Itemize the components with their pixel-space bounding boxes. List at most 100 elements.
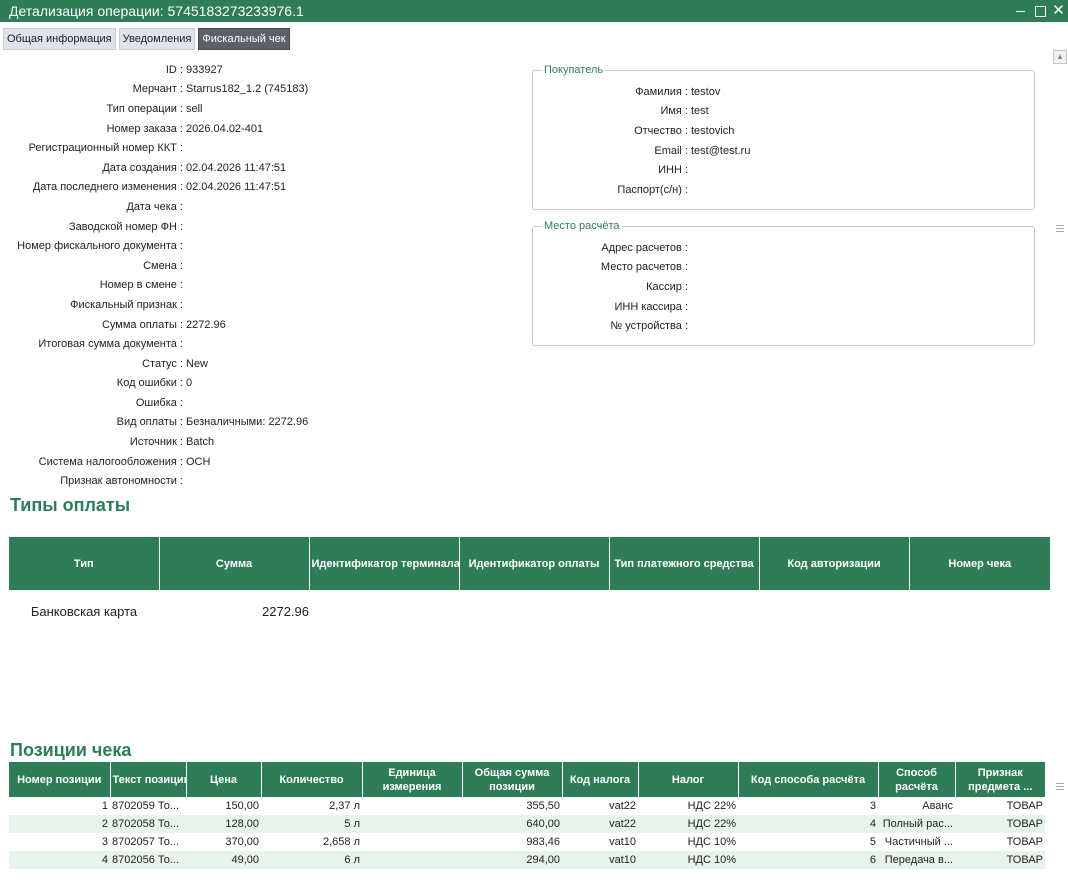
place-row-cashier-inn: ИНН кассира : <box>533 297 1034 317</box>
column-header[interactable]: Признак предмета ... <box>955 762 1045 797</box>
scroll-grip-icon[interactable] <box>1056 783 1064 790</box>
field-label: Email : <box>654 144 688 157</box>
maximize-icon[interactable] <box>1030 0 1049 22</box>
column-header[interactable]: Номер позиции <box>9 762 111 797</box>
column-header[interactable]: Код способа расчёта <box>738 762 879 797</box>
field-label: Дата чека : <box>126 200 183 213</box>
table-cell: ТОВАР <box>1006 800 1043 812</box>
minimize-icon[interactable] <box>1011 0 1030 22</box>
buyer-row-email: Email : test@test.ru <box>533 141 1034 161</box>
column-header[interactable]: Налог <box>638 762 739 797</box>
column-header[interactable]: Цена <box>186 762 262 797</box>
vertical-scrollbar[interactable]: ▲ <box>1052 48 1068 881</box>
column-header[interactable]: Общая сумма позиции <box>462 762 563 797</box>
window-titlebar: Детализация операции: 5745183273233976.1… <box>0 0 1068 22</box>
table-cell: 5 <box>869 836 876 848</box>
table-row[interactable]: Банковская карта 2272.96 <box>9 590 1050 632</box>
field-label: Сумма оплаты : <box>101 318 183 331</box>
table-cell: 2,37 л <box>329 800 360 812</box>
info-row-receipt-date: Дата чека : <box>0 197 520 217</box>
table-cell <box>759 590 909 632</box>
column-header[interactable]: Тип платежного средства <box>609 537 760 590</box>
table-cell <box>909 590 1050 632</box>
field-value: 02.04.2026 11:47:51 <box>186 161 287 174</box>
field-value: test <box>691 105 709 118</box>
table-cell: 355,50 <box>526 800 560 812</box>
table-cell: НДС 22% <box>687 800 736 812</box>
place-row-place: Место расчетов : <box>533 258 1034 278</box>
info-row-autonomy-sign: Признак автономности : <box>0 471 520 491</box>
column-header[interactable]: Единица измерения <box>362 762 463 797</box>
field-label: Признак автономности : <box>60 475 183 488</box>
column-header[interactable]: Количество <box>261 762 363 797</box>
column-header[interactable]: Код авторизации <box>759 537 910 590</box>
table-cell <box>459 590 609 632</box>
table-cell: 294,00 <box>462 851 562 869</box>
field-value: 02.04.2026 11:47:51 <box>186 181 287 194</box>
table-cell: НДС 22% <box>638 815 738 833</box>
field-value: 2272.96 <box>186 318 226 331</box>
table-cell: Частичный ... <box>884 836 953 848</box>
field-label: ID : <box>165 63 183 76</box>
column-header[interactable]: Текст позиции <box>110 762 187 797</box>
table-row[interactable]: 3 8702057 То... 370,00 2,658 л 983,46 va… <box>9 833 1045 851</box>
info-row-shift-number: Номер в смене : <box>0 276 520 296</box>
field-value: New <box>186 357 209 370</box>
scroll-grip-icon[interactable] <box>1056 225 1064 232</box>
table-row[interactable]: 4 8702056 То... 49,00 6 л 294,00 vat10 Н… <box>9 851 1045 869</box>
table-cell: ТОВАР <box>1006 836 1043 848</box>
field-label: Мерчант : <box>132 83 183 96</box>
info-row-error-code: Код ошибки :0 <box>0 374 520 394</box>
field-value: Starrus182_1.2 (745183) <box>186 83 309 96</box>
table-cell <box>362 833 462 851</box>
tab-general-info[interactable]: Общая информация <box>3 28 116 50</box>
field-label: Адрес расчетов : <box>601 241 688 254</box>
table-cell: НДС 10% <box>638 851 738 869</box>
table-header-row: Номер позиции Текст позиции Цена Количес… <box>9 762 1045 797</box>
column-header[interactable]: Номер чека <box>909 537 1050 590</box>
field-value: ОСН <box>186 455 211 468</box>
field-label: Имя : <box>660 105 688 118</box>
column-header[interactable]: Тип <box>9 537 160 590</box>
table-cell: vat10 <box>562 851 638 869</box>
tab-notifications[interactable]: Уведомления <box>118 28 196 50</box>
table-row[interactable]: 2 8702058 То... 128,00 5 л 640,00 vat22 … <box>9 815 1045 833</box>
field-label: Паспорт(с/н) : <box>617 183 688 196</box>
table-cell: 8702057 То... <box>112 836 180 848</box>
table-cell: 370,00 <box>225 836 259 848</box>
place-row-address: Адрес расчетов : <box>533 238 1034 258</box>
table-cell: 3 <box>869 800 876 812</box>
table-cell <box>362 797 462 815</box>
table-cell: 6 л <box>261 851 362 869</box>
table-cell: 4 <box>9 851 110 869</box>
close-icon[interactable]: ✕ <box>1049 0 1068 22</box>
info-row-fiscal-doc-number: Номер фискального документа : <box>0 236 520 256</box>
tab-fiscal-receipt[interactable]: Фискальный чек <box>198 28 290 50</box>
field-value: Безналичными: 2272.96 <box>186 416 309 429</box>
field-label: Статус : <box>142 357 183 370</box>
table-cell: 1 <box>101 800 108 812</box>
column-header[interactable]: Идентификатор терминала <box>309 537 460 590</box>
column-header[interactable]: Код налога <box>562 762 639 797</box>
table-cell: 2,658 л <box>322 836 360 848</box>
table-cell: 8702056 То... <box>110 851 186 869</box>
receipt-positions-table: Номер позиции Текст позиции Цена Количес… <box>9 762 1045 869</box>
table-cell: 4 <box>738 815 878 833</box>
field-value: testov <box>691 85 721 98</box>
column-header[interactable]: Способ расчёта <box>878 762 956 797</box>
column-header[interactable]: Идентификатор оплаты <box>459 537 610 590</box>
scroll-up-icon[interactable]: ▲ <box>1053 50 1067 64</box>
field-label: Номер заказа : <box>106 122 183 135</box>
table-cell: 8702059 То... <box>112 800 180 812</box>
field-label: Заводской номер ФН : <box>69 220 183 233</box>
field-label: Вид оплаты : <box>116 416 183 429</box>
place-row-cashier: Кассир : <box>533 277 1034 297</box>
field-value: sell <box>186 102 203 115</box>
column-header[interactable]: Сумма <box>159 537 310 590</box>
table-row[interactable]: 1 8702059 То... 150,00 2,37 л 355,50 vat… <box>9 797 1045 815</box>
buyer-panel: Покупатель Фамилия : testov Имя : test Отч… <box>532 64 1035 210</box>
field-value: 0 <box>186 377 193 390</box>
info-row-kkt-reg-number: Регистрационный номер ККТ : <box>0 138 520 158</box>
table-cell <box>309 590 459 632</box>
table-cell: ТОВАР <box>955 815 1045 833</box>
